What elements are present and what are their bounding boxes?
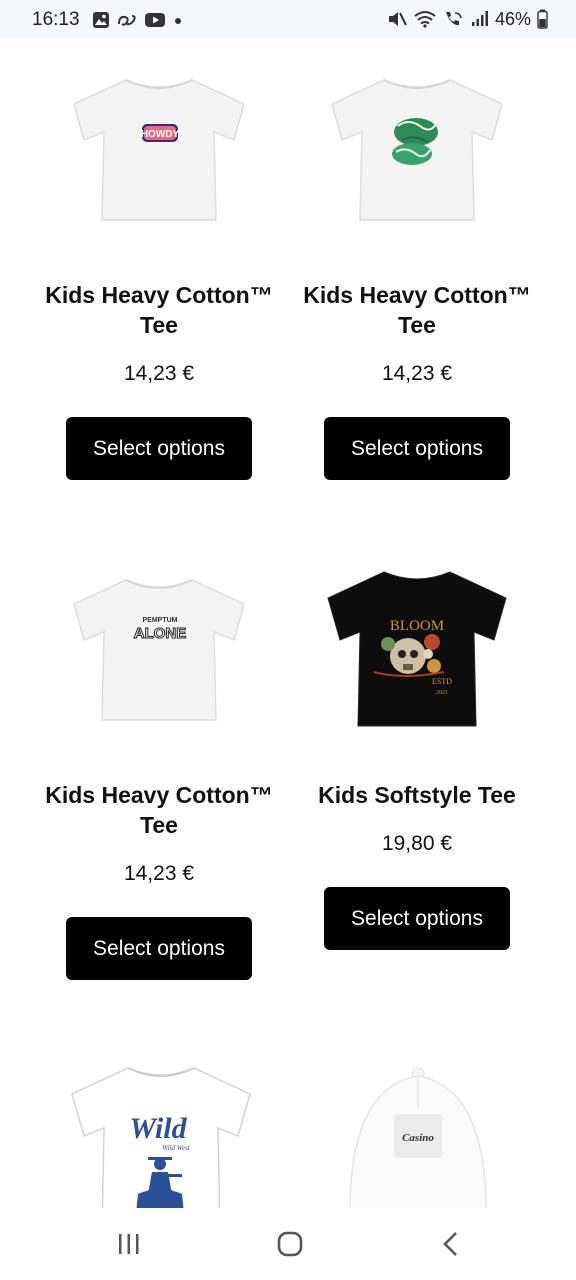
gallery-icon xyxy=(93,12,109,28)
casino-print: Casino xyxy=(402,1132,434,1144)
product-price: 14,23 € xyxy=(381,362,453,385)
bloom-estd: ESTD xyxy=(432,677,452,686)
wild-print-subtext: Wild West xyxy=(162,1144,191,1152)
status-time: 16:13 xyxy=(32,9,80,30)
product-image-white-tshirt[interactable]: PEMPTUM ALONE xyxy=(66,574,252,724)
wild-print: Wild xyxy=(129,1112,187,1145)
product-image-white-cap[interactable]: Casino xyxy=(338,1068,498,1208)
product-title[interactable]: Kids Heavy Cotton™ Tee xyxy=(30,280,288,340)
select-options-button[interactable]: Select options xyxy=(66,917,252,980)
navigation-bar xyxy=(0,1208,576,1280)
wifi-icon xyxy=(414,11,436,28)
product-price: 14,23 € xyxy=(123,362,195,385)
product-price: 14,23 € xyxy=(123,862,195,885)
mute-icon xyxy=(388,12,407,26)
dot-icon xyxy=(175,18,181,24)
status-bar: 16:13 46% xyxy=(0,0,576,38)
notification-icons xyxy=(92,10,184,30)
howdy-print: HOWDY xyxy=(141,129,180,140)
product-title[interactable]: Kids Softstyle Tee xyxy=(288,780,546,810)
product-image-white-tshirt[interactable] xyxy=(324,74,510,224)
recents-icon[interactable] xyxy=(116,1230,142,1258)
product-title[interactable]: Kids Heavy Cotton™ Tee xyxy=(288,280,546,340)
product-card: HOWDY Kids Heavy Cotton™ Tee 14,23 € Sel… xyxy=(30,38,288,498)
select-options-button[interactable]: Select options xyxy=(324,417,510,480)
product-card: BLOOM ESTD 2021 Kids Softstyle Tee 19,80… xyxy=(288,538,546,998)
product-card: Kids Heavy Cotton™ Tee 14,23 € Select op… xyxy=(288,38,546,498)
product-image-black-tshirt[interactable]: BLOOM ESTD 2021 xyxy=(324,568,510,730)
battery-icon xyxy=(537,9,548,29)
product-image-white-tshirt-wild[interactable]: Wild Wild West xyxy=(68,1064,254,1208)
product-card: Wild Wild West xyxy=(30,1060,288,1208)
wifi-calling-icon xyxy=(445,12,462,26)
link-icon xyxy=(118,15,136,26)
signal-icon xyxy=(471,11,488,26)
select-options-button[interactable]: Select options xyxy=(66,417,252,480)
product-card: Casino xyxy=(288,1060,546,1208)
product-price: 19,80 € xyxy=(381,832,453,855)
youtube-icon xyxy=(145,13,165,27)
back-icon[interactable] xyxy=(438,1230,464,1258)
system-icons: 46% xyxy=(387,8,548,30)
alone-print: ALONE xyxy=(134,625,187,642)
alone-print-subtext: PEMPTUM xyxy=(143,617,178,624)
select-options-button[interactable]: Select options xyxy=(324,887,510,950)
product-card: PEMPTUM ALONE Kids Heavy Cotton™ Tee 14,… xyxy=(30,538,288,998)
battery-percent: 46% xyxy=(494,8,531,29)
bloom-print: BLOOM xyxy=(390,618,444,634)
bloom-year: 2021 xyxy=(436,690,448,696)
home-icon[interactable] xyxy=(275,1230,305,1258)
product-image-white-tshirt[interactable]: HOWDY xyxy=(66,74,252,224)
product-title[interactable]: Kids Heavy Cotton™ Tee xyxy=(30,780,288,840)
